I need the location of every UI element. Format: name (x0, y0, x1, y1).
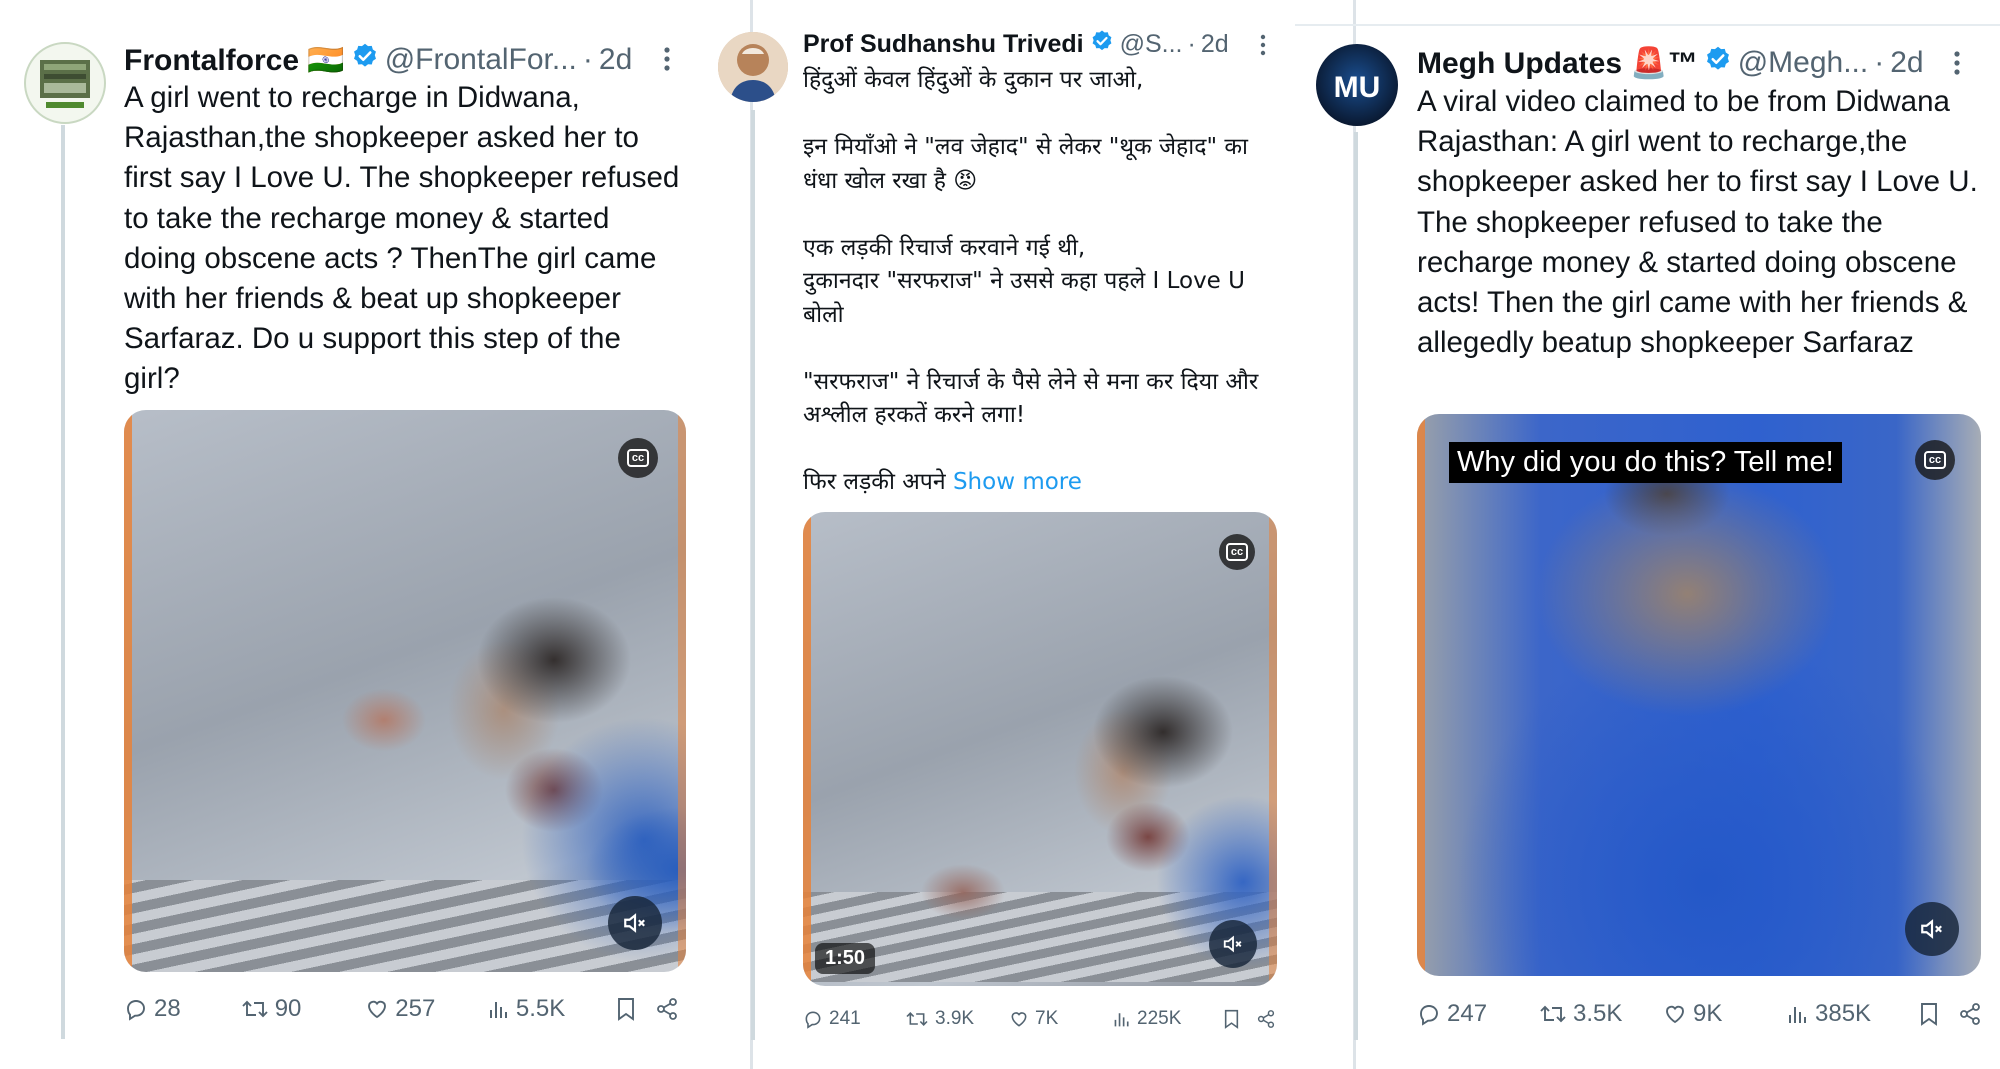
share-button[interactable] (656, 998, 684, 1020)
cc-icon[interactable]: cc (618, 438, 658, 478)
reply-icon (1420, 1005, 1438, 1026)
tweet-body: A viral video claimed to be from Didwana… (1417, 85, 1978, 360)
action-bar: 28 90 257 5.5K (124, 992, 684, 1026)
tweet-text: A viral video claimed to be from Didwana… (1417, 82, 1987, 363)
thread-line (1354, 132, 1358, 1040)
frontalforce-logo-icon (40, 60, 90, 108)
bookmark-button[interactable] (1223, 1009, 1257, 1029)
separator-dot: · (582, 43, 593, 76)
tweet-megh-updates[interactable]: MU Megh Updates 🚨™ @Megh... · 2d A viral… (1316, 0, 2000, 1069)
timestamp[interactable]: 2d (1890, 46, 1923, 80)
video-edge (1417, 414, 1425, 976)
reply-button[interactable]: 247 (1417, 1000, 1539, 1028)
bookmark-button[interactable] (1919, 1002, 1959, 1026)
views-button[interactable]: 385K (1787, 1000, 1919, 1028)
views-icon (489, 1002, 507, 1018)
like-icon (368, 1000, 387, 1019)
video-player[interactable]: cc 1:50 (803, 512, 1277, 986)
verified-badge-icon (351, 42, 379, 78)
avatar[interactable] (718, 32, 788, 102)
action-bar: 247 3.5K 9K 385K (1417, 997, 1987, 1031)
mute-icon[interactable] (1905, 902, 1959, 956)
views-button[interactable]: 225K (1113, 1008, 1223, 1030)
video-edge (1269, 512, 1277, 986)
more-options-icon[interactable] (1259, 34, 1267, 61)
action-bar: 241 3.9K 7K 225K (803, 1004, 1283, 1034)
like-button[interactable]: 9K (1663, 1000, 1787, 1028)
handle[interactable]: @FrontalFor... (385, 43, 577, 77)
bookmark-icon (1224, 1009, 1239, 1029)
like-button[interactable]: 257 (365, 995, 488, 1023)
verified-badge-icon (1090, 29, 1114, 60)
more-options-icon[interactable] (662, 46, 672, 77)
repost-button[interactable]: 3.5K (1539, 1000, 1663, 1028)
share-icon (1257, 1010, 1275, 1028)
mute-icon[interactable] (608, 896, 662, 950)
more-options-icon[interactable] (1952, 50, 1962, 81)
display-name[interactable]: Frontalforce 🇮🇳 (124, 43, 345, 78)
tweet-sudhanshu-trivedi[interactable]: Prof Sudhanshu Trivedi @S... · 2d हिंदुओ… (718, 0, 1353, 1069)
video-duration: 1:50 (815, 943, 876, 974)
avatar-initials: MU (1334, 71, 1381, 104)
share-icon (657, 998, 677, 1020)
show-more-link[interactable]: Show more (953, 469, 1082, 495)
bookmark-icon (618, 998, 635, 1021)
share-icon (1960, 1003, 1980, 1025)
repost-button[interactable]: 90 (241, 995, 366, 1023)
thread-line (751, 110, 755, 1040)
repost-button[interactable]: 3.9K (905, 1008, 1009, 1030)
tweet-body: हिंदुओं केवल हिंदुओं के दुकान पर जाओ, इन… (803, 67, 1259, 495)
mute-icon[interactable] (1209, 920, 1257, 968)
bookmark-icon (1921, 1003, 1937, 1026)
views-icon (1114, 1013, 1129, 1027)
avatar[interactable] (24, 42, 106, 124)
handle[interactable]: @S... (1120, 30, 1183, 59)
share-button[interactable] (1959, 1003, 1987, 1025)
cc-icon[interactable]: cc (1915, 440, 1955, 480)
tweet-header: Prof Sudhanshu Trivedi @S... · 2d (803, 27, 1229, 61)
display-name[interactable]: Prof Sudhanshu Trivedi (803, 30, 1084, 59)
profile-photo-icon (718, 32, 788, 102)
views-button[interactable]: 5.5K (488, 995, 617, 1023)
share-button[interactable] (1257, 1010, 1281, 1028)
video-caption: Why did you do this? Tell me! (1449, 442, 1842, 483)
tweet-header: Megh Updates 🚨™ @Megh... · 2d (1417, 43, 1924, 83)
like-icon (1666, 1005, 1684, 1024)
tweet-text: A girl went to recharge in Didwana, Raja… (124, 78, 684, 400)
reply-button[interactable]: 28 (124, 995, 241, 1023)
reply-button[interactable]: 241 (803, 1008, 905, 1030)
tweet-header: Frontalforce 🇮🇳 @FrontalFor... · 2d (124, 40, 632, 80)
separator-dot: · (1874, 46, 1885, 79)
thread-line (61, 125, 65, 1039)
megh-updates-logo-icon: MU (1334, 71, 1381, 104)
repost-icon (242, 1000, 268, 1018)
video-edge (678, 410, 686, 972)
bookmark-button[interactable] (616, 997, 656, 1021)
reply-icon (805, 1011, 821, 1029)
tweet-text: हिंदुओं केवल हिंदुओं के दुकान पर जाओ, इन… (803, 64, 1283, 500)
repost-icon (1540, 1005, 1566, 1023)
tweet-frontalforce[interactable]: Frontalforce 🇮🇳 @FrontalFor... · 2d A gi… (0, 0, 750, 1069)
separator-dot: · (1187, 29, 1196, 58)
video-player[interactable]: Why did you do this? Tell me! cc (1417, 414, 1981, 976)
views-icon (1789, 1007, 1806, 1023)
like-icon (1011, 1012, 1027, 1027)
reply-icon (127, 1000, 145, 1021)
video-edge (124, 410, 132, 972)
verified-badge-icon (1704, 45, 1732, 81)
video-player[interactable]: cc (124, 410, 686, 972)
repost-icon (906, 1012, 928, 1026)
cc-icon[interactable]: cc (1219, 534, 1255, 570)
timestamp[interactable]: 2d (599, 43, 632, 77)
display-name[interactable]: Megh Updates 🚨™ (1417, 46, 1698, 81)
timestamp[interactable]: 2d (1201, 30, 1229, 59)
tweet-body: A girl went to recharge in Didwana, Raja… (124, 81, 680, 396)
video-edge (803, 512, 811, 986)
like-button[interactable]: 7K (1009, 1008, 1113, 1030)
handle[interactable]: @Megh... (1738, 46, 1869, 80)
avatar[interactable]: MU (1316, 44, 1398, 126)
